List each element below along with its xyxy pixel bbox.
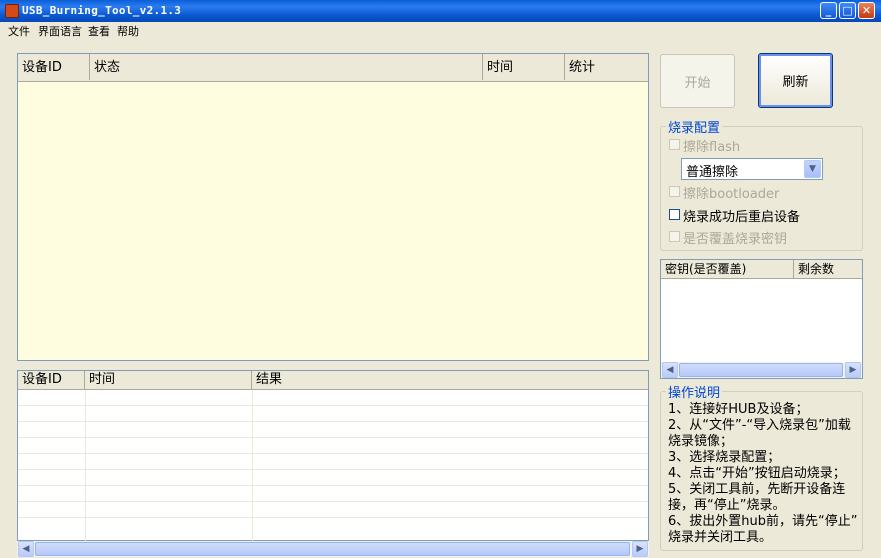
app-icon[interactable] [5,4,19,18]
col-device-id[interactable]: 设备ID [18,54,90,80]
erase-flash-checkbox[interactable] [669,139,680,150]
table-row [18,485,648,486]
table-row [18,421,648,422]
device-table[interactable]: 设备ID 状态 时间 统计 [17,53,649,361]
instruction-line: 烧录镜像； [668,434,734,449]
col-time[interactable]: 时间 [483,54,565,80]
instruction-line: 烧录并关闭工具。 [668,530,773,545]
instructions-text: 1、连接好HUB及设备； 2、从“文件”-“导入烧录包”加载 烧录镜像； 3、选… [668,402,860,546]
reboot-after-success-checkbox[interactable] [669,209,680,220]
col-result-device-id[interactable]: 设备ID [18,371,85,389]
scroll-left-icon[interactable]: ◀ [662,362,678,378]
col-key[interactable]: 密钥(是否覆盖) [661,260,794,278]
key-table-scrollbar[interactable]: ◀ ▶ [661,362,862,378]
maximize-button[interactable]: □ [839,2,856,19]
scroll-right-icon[interactable]: ▶ [632,541,648,557]
instruction-line: 2、从“文件”-“导入烧录包”加载 [668,418,851,433]
maximize-icon: □ [842,4,853,17]
menu-help[interactable]: 帮助 [117,23,139,39]
burn-config-title: 烧录配置 [666,117,723,136]
table-row [18,437,648,438]
close-icon: ✕ [861,4,872,17]
menu-file[interactable]: 文件 [8,23,30,39]
table-row [18,501,648,502]
erase-mode-select[interactable]: 普通擦除 ▼ [681,158,823,180]
col-result-time[interactable]: 时间 [85,371,252,389]
overwrite-key-label: 是否覆盖烧录密钥 [683,232,788,247]
instructions-title: 操作说明 [666,382,723,401]
scroll-thumb[interactable] [35,542,630,556]
key-table-header: 密钥(是否覆盖) 剩余数 [661,260,862,279]
col-status[interactable]: 状态 [90,54,483,80]
col-remaining[interactable]: 剩余数 [794,260,862,278]
instruction-line: 5、关闭工具前，先断开设备连 [668,482,846,497]
erase-flash-label: 擦除flash [683,140,741,155]
result-table-scrollbar[interactable]: ◀ ▶ [17,541,649,557]
scroll-left-icon[interactable]: ◀ [18,541,34,557]
key-table[interactable]: 密钥(是否覆盖) 剩余数 ◀ ▶ [660,259,863,379]
scroll-thumb[interactable] [679,363,843,377]
start-button[interactable]: 开始 [660,54,735,108]
menu-view[interactable]: 查看 [88,23,110,39]
result-table-header: 设备ID 时间 结果 [18,371,648,390]
table-row [18,453,648,454]
instruction-line: 1、连接好HUB及设备； [668,402,809,417]
instruction-line: 4、点击“开始”按钮启动烧录； [668,466,846,481]
instruction-line: 接，再“停止”烧录。 [668,498,786,513]
chevron-down-icon[interactable]: ▼ [804,160,821,178]
grid-divider [252,390,253,542]
close-button[interactable]: ✕ [858,2,875,19]
table-row [18,469,648,470]
menu-language[interactable]: 界面语言 [38,23,82,39]
reboot-after-success-label: 烧录成功后重启设备 [683,210,801,225]
minimize-icon: _ [825,4,832,17]
col-result[interactable]: 结果 [252,371,648,389]
scroll-right-icon[interactable]: ▶ [845,362,861,378]
result-table[interactable]: 设备ID 时间 结果 [17,370,649,542]
erase-bootloader-label: 擦除bootloader [683,187,780,202]
table-row [18,517,648,518]
instruction-line: 6、拔出外置hub前，请先“停止” [668,514,858,529]
overwrite-key-checkbox[interactable] [669,231,680,242]
erase-bootloader-checkbox[interactable] [669,186,680,197]
device-table-header: 设备ID 状态 时间 统计 [18,54,648,82]
table-row [18,405,648,406]
erase-mode-value: 普通擦除 [686,165,739,180]
refresh-button[interactable]: 刷新 [758,53,833,108]
window-title: USB_Burning_Tool_v2.1.3 [22,4,182,17]
minimize-button[interactable]: _ [820,2,837,19]
col-stats[interactable]: 统计 [565,54,649,80]
grid-divider [85,390,86,542]
instruction-line: 3、选择烧录配置； [668,450,781,465]
